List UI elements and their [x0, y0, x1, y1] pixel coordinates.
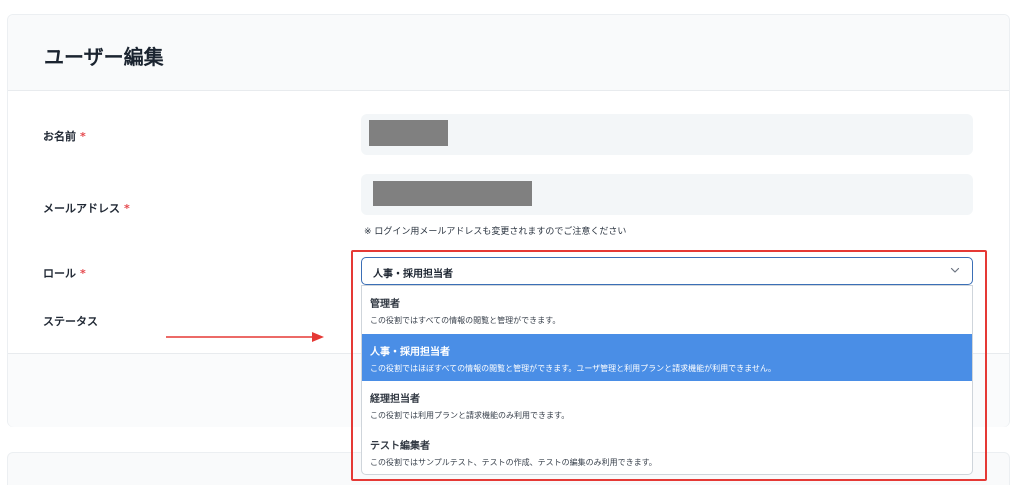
- option-title: テスト編集者: [370, 441, 430, 452]
- option-description: この役割ではすべての情報の閲覧と管理ができます。: [370, 316, 561, 325]
- option-description: この役割ではほぼすべての情報の閲覧と管理ができます。ユーザ管理と利用プランと請求…: [370, 364, 776, 373]
- redacted-email: [373, 181, 532, 206]
- status-label: ステータス: [43, 315, 98, 328]
- required-mark: *: [80, 267, 86, 280]
- role-select[interactable]: 人事・採用担当者: [361, 257, 973, 285]
- required-mark: *: [124, 202, 130, 215]
- option-description: この役割ではサンプルテスト、テストの作成、テストの編集のみ利用できます。: [370, 458, 657, 467]
- email-label: メールアドレス *: [43, 202, 130, 215]
- name-input[interactable]: [361, 114, 973, 155]
- role-dropdown-list: 管理者 この役割ではすべての情報の閲覧と管理ができます。 人事・採用担当者 この…: [361, 285, 973, 475]
- role-option-hr-recruiter[interactable]: 人事・採用担当者 この役割ではほぼすべての情報の閲覧と管理ができます。ユーザ管理…: [362, 334, 972, 381]
- option-title: 人事・採用担当者: [370, 347, 450, 358]
- role-option-admin[interactable]: 管理者 この役割ではすべての情報の閲覧と管理ができます。: [362, 286, 972, 333]
- email-hint: ※ ログイン用メールアドレスも変更されますのでご注意ください: [364, 227, 627, 237]
- page: ユーザー編集 お名前 * メールアドレス * ※ ログイン用メールアドレスも変更され…: [0, 0, 1024, 485]
- name-label: お名前 *: [43, 130, 86, 143]
- email-input[interactable]: [361, 174, 973, 215]
- redacted-name: [369, 120, 448, 146]
- chevron-down-icon: [950, 267, 960, 273]
- required-mark: *: [80, 130, 86, 143]
- option-description: この役割では利用プランと請求機能のみ利用できます。: [370, 411, 570, 420]
- role-option-test-editor[interactable]: テスト編集者 この役割ではサンプルテスト、テストの作成、テストの編集のみ利用でき…: [362, 428, 972, 474]
- annotation-arrow-icon: [166, 332, 324, 342]
- card-header: ユーザー編集: [8, 15, 1009, 91]
- role-select-value: 人事・採用担当者: [373, 269, 453, 280]
- option-title: 経理担当者: [370, 394, 420, 405]
- page-title: ユーザー編集: [44, 45, 164, 69]
- role-option-accounting[interactable]: 経理担当者 この役割では利用プランと請求機能のみ利用できます。: [362, 381, 972, 428]
- role-label: ロール *: [43, 267, 86, 280]
- option-title: 管理者: [370, 299, 400, 310]
